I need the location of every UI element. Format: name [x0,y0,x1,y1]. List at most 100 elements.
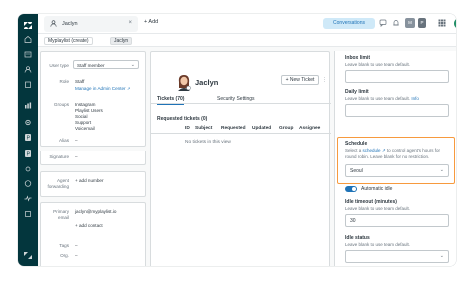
group-item: Instagram [75,102,96,107]
idle-timeout-input[interactable]: 30 [345,214,449,227]
profile-name: Jaclyn [195,78,219,87]
signature-value[interactable]: – [75,154,78,159]
help-icon[interactable] [24,180,32,187]
daily-limit-input[interactable] [345,104,449,117]
group-item: Playlist Users [75,108,103,113]
app-window: P P Jaclyn × + Add Conversations M P Myp… [18,14,456,266]
nav-rail: P P [18,14,38,266]
new-ticket-button[interactable]: + New Ticket [281,75,319,85]
conversations-button[interactable]: Conversations [323,18,375,29]
add-number-link[interactable]: + add number [75,178,103,183]
tickets-table-header: ID Subject Requested Updated Group Assig… [151,124,331,134]
user-type-label: User type [49,63,69,68]
add-contact-link[interactable]: + add contact [75,223,103,228]
role-label: Role [59,79,69,84]
signature-label: Signature [49,154,69,159]
idle-status-hint: Leave blank to use team default. [345,242,411,247]
zendesk-footer-icon[interactable] [24,252,32,259]
requested-tickets-header[interactable]: Requested tickets (0) [157,116,207,122]
tab-jaclyn[interactable]: Jaclyn × [44,16,138,32]
external-link-icon: ↗ [381,148,386,153]
inbox-limit-label: Inbox limit [345,55,370,61]
empty-tickets-text: No tickets in this view [185,140,231,145]
group-item: Voicemail [75,126,95,131]
tags-label: Tags [59,243,69,248]
idle-status-label: Idle status [345,235,370,241]
alias-label: Alias [59,138,69,143]
alias-value[interactable]: – [75,138,78,143]
home-icon[interactable] [24,36,32,43]
customers-icon[interactable] [24,66,32,73]
role-value: Staff [75,79,85,84]
daily-limit-label: Daily limit [345,89,369,95]
chevron-down-icon: ⌄ [130,62,135,68]
user-profile-panel: Jaclyn + New Ticket ⋮ Tickets (70) Secur… [150,51,331,266]
group-item: Social [75,114,88,119]
user-avatar[interactable]: A [454,18,456,29]
breadcrumb-user[interactable]: Jaclyn [110,37,133,45]
views-icon[interactable] [24,51,32,58]
profile-photo [177,74,191,91]
tab-tickets[interactable]: Tickets (70) [157,96,185,105]
activity-icon[interactable] [24,195,32,202]
app-badge-m[interactable]: M [405,18,415,28]
bulb-icon[interactable] [24,166,32,173]
breadcrumb: Myplaylist (create) Jaclyn [38,34,456,47]
automatic-idle-toggle[interactable] [345,186,357,192]
zendesk-logo-icon[interactable] [24,22,32,29]
apps-grid-icon[interactable] [438,19,446,27]
user-properties-panel: User type Staff member ⌄ Role Staff Mana… [40,51,146,147]
top-bar: Jaclyn × + Add Conversations M P A [38,14,456,34]
tab-security-settings[interactable]: Security Settings [217,96,255,102]
idle-timeout-value: 30 [350,218,356,224]
column-assignee[interactable]: Assignee [299,126,320,131]
column-id[interactable]: ID [185,126,190,131]
daily-limit-hint-text: Leave blank to use team default. [345,96,411,101]
idle-status-select[interactable]: ⌄ [345,250,449,263]
agent-forwarding-panel: Agent forwarding + add number [40,171,146,197]
agent-settings-panel: Inbox limit Leave blank to use team defa… [334,51,456,266]
schedule-value: Seoul [350,168,363,174]
chat-icon[interactable] [379,19,387,27]
org-value[interactable]: – [75,253,78,258]
more-options-icon[interactable]: ⋮ [322,77,327,83]
tab-label: Jaclyn [62,21,78,27]
schedule-link[interactable]: schedule [363,148,381,153]
daily-limit-info-link[interactable]: Info [411,96,419,101]
chevron-down-icon: ⌄ [439,167,444,173]
schedule-select[interactable]: Seoul ⌄ [345,164,449,177]
agent-forwarding-label: Agent forwarding [47,178,69,189]
close-tab-icon[interactable]: × [128,20,132,26]
user-type-value: Staff member [77,63,105,68]
user-icon [50,20,57,27]
column-subject[interactable]: Subject [195,126,212,131]
schedule-label: Schedule [345,141,368,147]
column-group[interactable]: Group [279,126,293,131]
external-link-icon: ↗ [127,86,131,91]
inbox-limit-hint: Leave blank to use team default. [345,62,411,67]
inbox-limit-input[interactable] [345,70,449,83]
app-p-icon[interactable]: P [24,134,32,141]
primary-email-value[interactable]: jaclyn@myplaylist.io [75,209,116,214]
add-tab-button[interactable]: + Add [144,19,158,25]
chevron-down-icon: ⌄ [439,253,444,259]
app-p2-icon[interactable]: P [24,150,32,157]
puzzle-icon[interactable] [24,210,32,217]
idle-timeout-hint: Leave blank to use team default. [345,206,411,211]
app-badge-p[interactable]: P [418,18,426,28]
column-requested[interactable]: Requested [221,126,246,131]
column-updated[interactable]: Updated [252,126,271,131]
contact-panel: Primary email jaclyn@myplaylist.io + add… [40,202,146,266]
group-item: Support [75,120,92,125]
manage-admin-link[interactable]: Manage in Admin Center [75,86,126,91]
notifications-bell-icon[interactable] [392,19,400,27]
breadcrumb-org[interactable]: Myplaylist (create) [44,37,93,45]
profile-tabs: Tickets (70) Security Settings [151,94,331,105]
groups-label: Groups [53,102,69,107]
tags-value[interactable]: – [75,243,78,248]
organizations-icon[interactable] [24,81,32,88]
reporting-icon[interactable] [24,102,32,109]
daily-limit-hint: Leave blank to use team default. Info [345,96,451,102]
user-type-select[interactable]: Staff member ⌄ [73,60,139,69]
settings-icon[interactable] [24,119,32,126]
